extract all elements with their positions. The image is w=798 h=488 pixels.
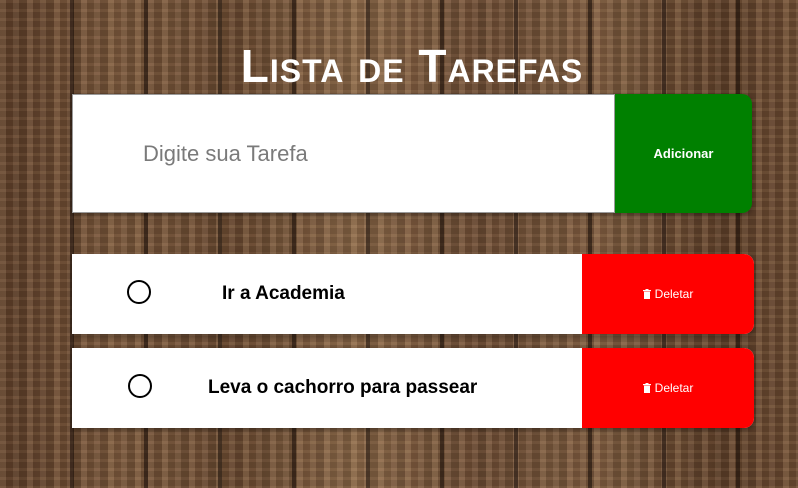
task-input[interactable] — [72, 94, 615, 213]
delete-task-button[interactable]: Deletar — [582, 254, 754, 334]
task-item: Leva o cachorro para passear Deletar — [72, 348, 754, 428]
delete-task-button[interactable]: Deletar — [582, 348, 754, 428]
trash-icon — [642, 383, 651, 393]
task-checkbox[interactable] — [128, 374, 152, 398]
trash-icon — [642, 289, 651, 299]
task-input-bar: Adicionar — [72, 94, 752, 213]
add-task-button[interactable]: Adicionar — [615, 94, 752, 213]
delete-label: Deletar — [654, 381, 694, 395]
page-title: Lista de Tarefas — [240, 39, 584, 92]
task-text: Ir a Academia — [222, 283, 345, 304]
task-item: Ir a Academia Deletar — [72, 254, 754, 334]
task-text: Leva o cachorro para passear — [208, 377, 478, 398]
task-checkbox[interactable] — [127, 280, 151, 304]
task-list: Ir a Academia Deletar Leva o cachorro pa… — [72, 254, 754, 442]
delete-label: Deletar — [654, 287, 694, 301]
